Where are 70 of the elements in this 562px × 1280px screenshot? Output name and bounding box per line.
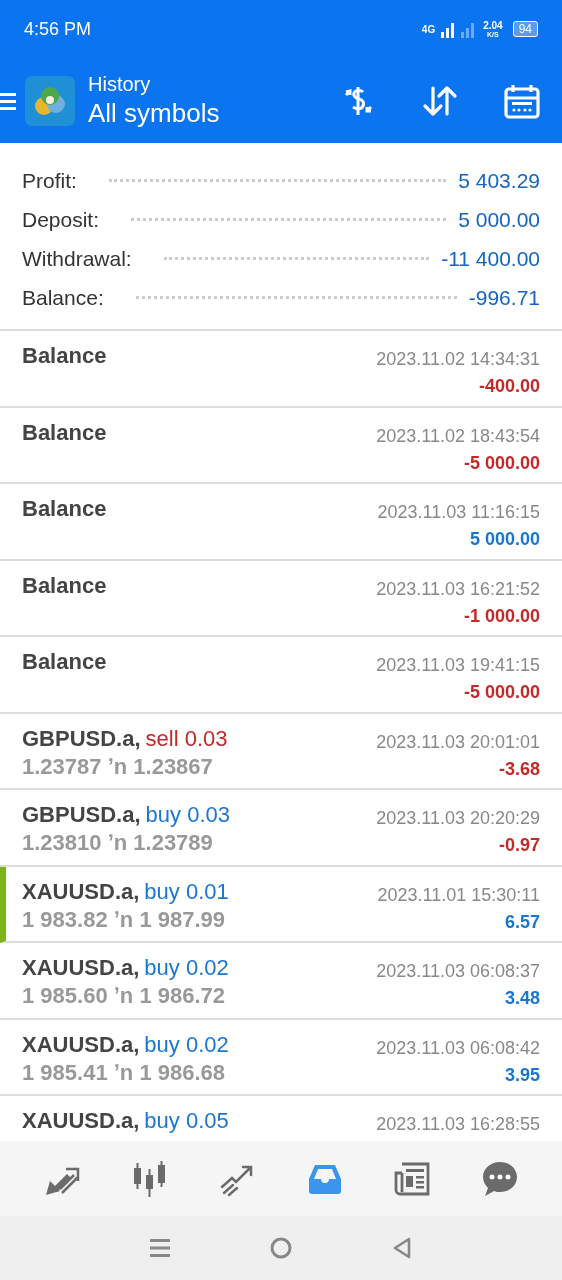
summary-label: Profit: xyxy=(22,168,77,193)
operation-type: Balance xyxy=(22,343,107,369)
summary-value: -11 400.00 xyxy=(441,246,540,271)
history-row[interactable]: GBPUSD.a, buy 0.03 1.23810 ʼn 1.23789 2023.11.03 20:20:29 -0.97 xyxy=(0,790,562,867)
screen-title: History xyxy=(88,72,152,96)
network-speed: 2.04 xyxy=(483,20,503,31)
symbol-filter[interactable]: All symbols xyxy=(88,97,338,129)
status-time: 4:56 PM xyxy=(24,18,92,40)
deal-time: 2023.11.02 14:34:31 xyxy=(376,349,540,370)
profit-amount: -3.68 xyxy=(497,758,540,780)
history-row[interactable]: GBPUSD.a, sell 0.03 1.23787 ʼn 1.23867 2023.11.03 20:01:01 -3.68 xyxy=(0,713,562,790)
order-type: buy 0.03 xyxy=(145,802,230,827)
history-row[interactable]: Balance 2023.11.03 16:21:52 -1 000.00 xyxy=(0,560,562,637)
summary-value: -996.71 xyxy=(468,285,540,310)
profit-amount: 3.95 xyxy=(503,1064,540,1086)
summary-label: Deposit: xyxy=(22,207,100,232)
recent-apps-icon[interactable] xyxy=(148,1236,173,1260)
history-row[interactable]: Balance 2023.11.03 19:41:15 -5 000.00 xyxy=(0,637,562,714)
summary-value: 5 403.29 xyxy=(458,168,540,193)
history-row[interactable]: Balance 2023.11.02 18:43:54 -5 000.00 xyxy=(0,407,562,484)
price-range: 1.23810 ʼn 1.23789 xyxy=(22,830,214,856)
operation-type: Balance xyxy=(22,419,107,446)
operation-type: Balance xyxy=(22,496,107,522)
symbol-name: GBPUSD.a, xyxy=(22,725,141,751)
profit-amount: 6.57 xyxy=(503,911,540,933)
profit-amount: -1 000.00 xyxy=(462,605,540,627)
operation-type: Balance xyxy=(22,649,107,675)
deal-time: 2023.11.03 16:28:55 xyxy=(376,1114,540,1135)
profit-amount: 5 000.00 xyxy=(468,529,540,550)
profit-amount: 3.48 xyxy=(503,988,540,1009)
symbol-name: GBPUSD.a, xyxy=(22,802,141,827)
history-row[interactable]: XAUUSD.a, buy 0.02 1 985.41 ʼn 1 986.68 2023.11.03 06:08:42 3.95 xyxy=(0,1019,562,1096)
order-type: buy 0.02 xyxy=(144,955,229,980)
summary-label: Withdrawal: xyxy=(22,246,132,271)
profit-amount: -5 000.00 xyxy=(462,452,540,474)
price-range: 1.23787 ʼn 1.23867 xyxy=(22,753,214,780)
app-logo-icon xyxy=(25,75,75,126)
symbol-name: XAUUSD.a, xyxy=(22,1031,140,1057)
summary-label: Balance: xyxy=(22,285,104,310)
deal-time: 2023.11.03 06:08:37 xyxy=(376,961,540,982)
deal-time: 2023.11.03 16:21:52 xyxy=(376,578,540,600)
price-range: 1 983.82 ʼn 1 987.99 xyxy=(22,906,227,933)
profit-amount: -5 000.00 xyxy=(462,682,540,703)
summary-value: 5 000.00 xyxy=(458,207,540,232)
deal-time: 2023.11.03 20:01:01 xyxy=(376,731,540,753)
profit-amount: -400.00 xyxy=(477,376,540,397)
order-type: buy 0.02 xyxy=(144,1031,229,1057)
network-type: 4G xyxy=(421,23,436,35)
history-row[interactable]: Balance 2023.11.02 14:34:31 -400.00 xyxy=(0,331,562,408)
order-type: sell 0.03 xyxy=(145,725,228,751)
deal-time: 2023.11.01 15:30:11 xyxy=(377,884,540,906)
symbol-name: XAUUSD.a, xyxy=(22,1108,140,1133)
symbol-name: XAUUSD.a, xyxy=(22,878,140,904)
deal-time: 2023.11.03 19:41:15 xyxy=(376,655,540,676)
history-row[interactable]: XAUUSD.a, buy 0.01 1 983.82 ʼn 1 987.99 2023.11.01 15:30:11 6.57 xyxy=(0,866,562,943)
order-type: buy 0.05 xyxy=(144,1108,229,1133)
deal-time: 2023.11.03 20:20:29 xyxy=(376,808,540,829)
deal-time: 2023.11.03 11:16:15 xyxy=(377,502,540,523)
deal-time: 2023.11.02 18:43:54 xyxy=(376,425,540,447)
history-row[interactable]: XAUUSD.a, buy 0.02 1 985.60 ʼn 1 986.72 2023.11.03 06:08:37 3.48 xyxy=(0,943,562,1020)
price-range: 1 985.41 ʼn 1 986.68 xyxy=(22,1059,227,1086)
deal-time: 2023.11.03 06:08:42 xyxy=(376,1037,540,1059)
history-row[interactable]: Balance 2023.11.03 11:16:15 5 000.00 xyxy=(0,484,562,561)
operation-type: Balance xyxy=(22,572,107,599)
profit-amount: -0.97 xyxy=(497,835,540,856)
symbol-name: XAUUSD.a, xyxy=(22,955,140,980)
battery-level: 94 xyxy=(512,21,538,37)
price-range: 1 985.60 ʼn 1 986.72 xyxy=(22,983,227,1009)
home-icon[interactable] xyxy=(269,1236,293,1260)
order-type: buy 0.01 xyxy=(144,878,229,904)
